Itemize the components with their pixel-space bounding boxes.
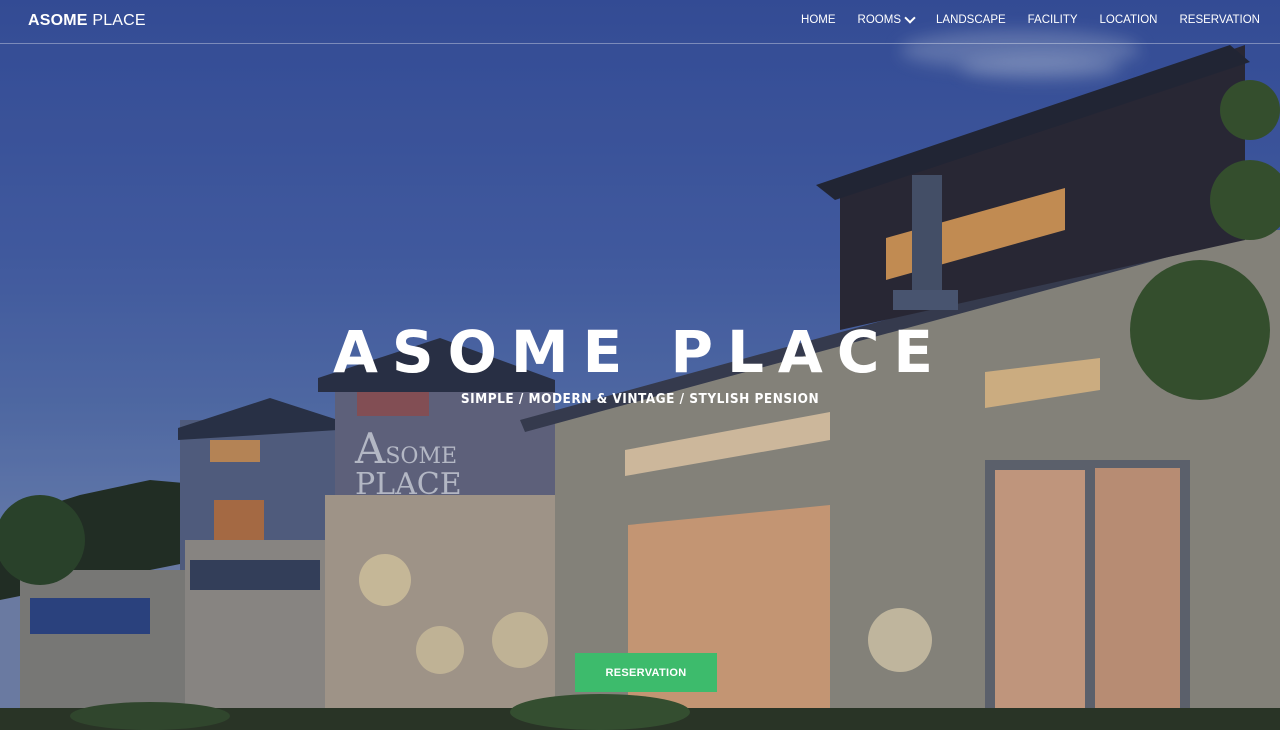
nav-facility[interactable]: FACILITY [1028,14,1078,26]
top-navbar: ASOME PLACE HOME ROOMS LANDSCAPE FACILIT… [0,0,1280,44]
brand-logo[interactable]: ASOME PLACE [28,12,146,30]
nav-landscape[interactable]: LANDSCAPE [936,14,1006,26]
nav-rooms-label: ROOMS [857,14,901,26]
chevron-down-icon [904,12,916,24]
nav-rooms[interactable]: ROOMS [857,12,916,26]
nav-home[interactable]: HOME [801,14,836,26]
nav-reservation[interactable]: RESERVATION [1179,14,1260,26]
brand-light: PLACE [92,12,146,29]
reservation-button[interactable]: RESERVATION [575,653,717,692]
nav-location[interactable]: LOCATION [1100,14,1158,26]
nav-menu: HOME ROOMS LANDSCAPE FACILITY LOCATION R… [779,12,1260,26]
hero-subtitle: SIMPLE / MODERN & VINTAGE / STYLISH PENS… [460,391,820,407]
hero-title: ASOME PLACE [332,318,948,386]
brand-bold: ASOME [28,12,88,29]
